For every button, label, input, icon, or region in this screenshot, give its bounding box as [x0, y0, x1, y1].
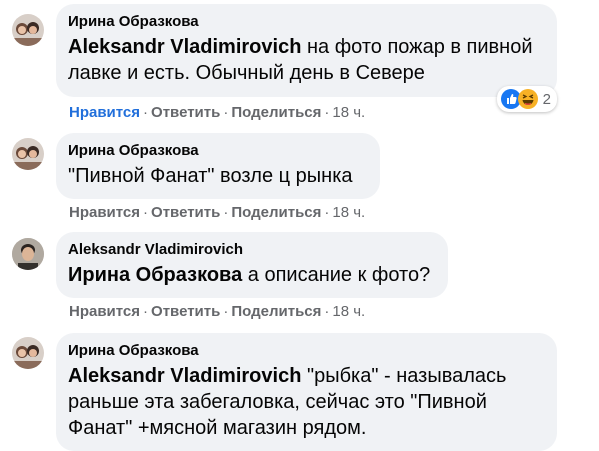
separator-dot: ·: [223, 204, 229, 221]
comment-text: "Пивной Фанат" возле ц рынка: [68, 165, 353, 187]
haha-icon: [517, 89, 538, 109]
separator-dot: ·: [324, 303, 330, 320]
separator-dot: ·: [143, 104, 149, 121]
separator-dot: ·: [223, 104, 229, 121]
reactions-summary[interactable]: 2: [496, 86, 557, 112]
comment-text-line2: раньше эта забегаловка, сейчас это "Пивн…: [68, 391, 487, 413]
reactions-count: 2: [542, 90, 551, 108]
comment-bubble: Aleksandr Vladimirovich Ирина Образкова …: [56, 232, 448, 298]
comment-text: Aleksandr Vladimirovich на фото пожар в …: [68, 34, 545, 86]
comment-actions: Нравится · Ответить · Поделиться · 18 ч.: [69, 303, 365, 321]
share-button[interactable]: Поделиться: [231, 204, 321, 221]
comment-actions: Нравится · Ответить · Поделиться · 18 ч.: [69, 204, 365, 222]
comment-author[interactable]: Ирина Образкова: [68, 341, 545, 361]
avatar[interactable]: [12, 138, 44, 170]
reply-button[interactable]: Ответить: [151, 104, 220, 121]
comment-text-line1: а описание к фото?: [242, 264, 431, 286]
comment-author[interactable]: Ирина Образкова: [68, 12, 545, 32]
separator-dot: ·: [324, 204, 330, 221]
comment-text-line1: на фото пожар в пивной: [301, 36, 533, 58]
comment-bubble: Ирина Образкова Aleksandr Vladimirovich …: [56, 333, 557, 451]
like-button[interactable]: Нравится: [69, 104, 140, 121]
reply-button[interactable]: Ответить: [151, 204, 220, 221]
comment-text-line1: "рыбка" - называлась: [301, 365, 507, 387]
share-button[interactable]: Поделиться: [231, 303, 321, 320]
separator-dot: ·: [223, 303, 229, 320]
timestamp[interactable]: 18 ч.: [332, 104, 365, 121]
comment-text-line3: Фанат" +мясной магазин рядом.: [68, 417, 367, 439]
separator-dot: ·: [143, 204, 149, 221]
separator-dot: ·: [143, 303, 149, 320]
comment-bubble: Ирина Образкова Aleksandr Vladimirovich …: [56, 4, 557, 97]
avatar[interactable]: [12, 14, 44, 46]
comment-text: Ирина Образкова а описание к фото?: [68, 262, 436, 288]
mention-link[interactable]: Aleksandr Vladimirovich: [68, 36, 301, 58]
comment-text: Aleksandr Vladimirovich "рыбка" - называ…: [68, 363, 545, 441]
avatar[interactable]: [12, 238, 44, 270]
timestamp[interactable]: 18 ч.: [332, 303, 365, 320]
share-button[interactable]: Поделиться: [231, 104, 321, 121]
comment-author[interactable]: Aleksandr Vladimirovich: [68, 240, 436, 260]
reply-button[interactable]: Ответить: [151, 303, 220, 320]
comment-author[interactable]: Ирина Образкова: [68, 141, 368, 161]
like-button[interactable]: Нравится: [69, 204, 140, 221]
comment-bubble: Ирина Образкова "Пивной Фанат" возле ц р…: [56, 133, 380, 199]
comment-actions: Нравится · Ответить · Поделиться · 18 ч.: [69, 104, 365, 122]
avatar[interactable]: [12, 337, 44, 369]
mention-link[interactable]: Aleksandr Vladimirovich: [68, 365, 301, 387]
like-button[interactable]: Нравится: [69, 303, 140, 320]
separator-dot: ·: [324, 104, 330, 121]
mention-link[interactable]: Ирина Образкова: [68, 264, 242, 286]
comment-text-line2: лавке и есть. Обычный день в Севере: [68, 62, 425, 84]
timestamp[interactable]: 18 ч.: [332, 204, 365, 221]
